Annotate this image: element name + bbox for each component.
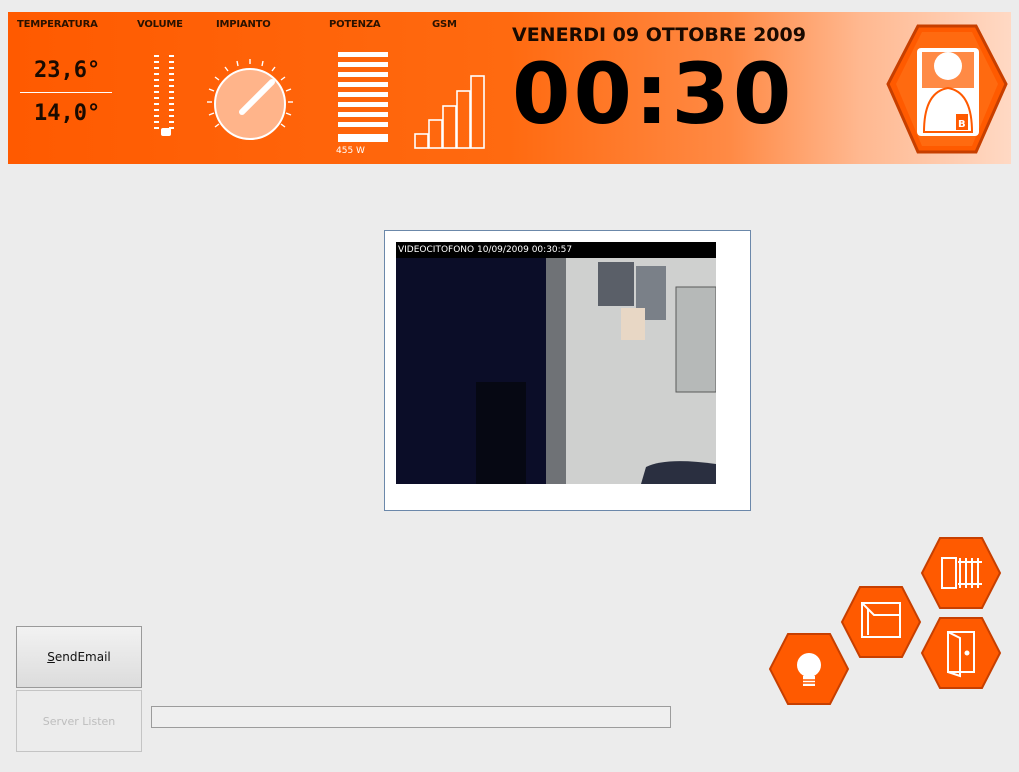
video-overlay-text: VIDEOCITOFONO 10/09/2009 00:30:57: [396, 242, 716, 258]
temperature-inside: 23,6°: [34, 58, 101, 83]
light-button[interactable]: [768, 632, 850, 706]
camera-feed[interactable]: VIDEOCITOFONO 10/09/2009 00:30:57: [396, 242, 716, 484]
window-button[interactable]: [840, 585, 922, 659]
dial-icon[interactable]: [204, 56, 296, 148]
camera-scene: [396, 242, 716, 484]
volume-label: VOLUME: [137, 19, 183, 30]
gate-button[interactable]: [920, 536, 1002, 610]
progress-bar: [151, 706, 671, 728]
date-display: VENERDI 09 OTTOBRE 2009: [512, 24, 806, 46]
temperature-divider: [20, 92, 112, 93]
temperature-outside: 14,0°: [34, 101, 101, 126]
volume-slider[interactable]: [147, 50, 185, 142]
door-button[interactable]: [920, 616, 1002, 690]
temperature-label: TEMPERATURA: [17, 19, 98, 30]
send-email-button[interactable]: SendEmail: [16, 626, 142, 688]
server-listen-button[interactable]: Server Listen: [16, 690, 142, 752]
clock-display: 00:30: [512, 45, 795, 143]
volume-knob[interactable]: [161, 128, 171, 136]
send-email-mnemonic: S: [47, 650, 55, 664]
power-label: POTENZA: [329, 19, 381, 30]
system-label: IMPIANTO: [216, 19, 271, 30]
power-bars-icon: [338, 52, 388, 142]
video-panel: VIDEOCITOFONO 10/09/2009 00:30:57: [384, 230, 751, 511]
power-value: 455 W: [336, 146, 365, 156]
send-email-label: endEmail: [54, 650, 111, 664]
gsm-signal-icon: [414, 75, 485, 149]
user-badge-icon[interactable]: B: [884, 22, 1010, 156]
gsm-label: GSM: [432, 19, 457, 30]
svg-text:B: B: [958, 119, 966, 130]
